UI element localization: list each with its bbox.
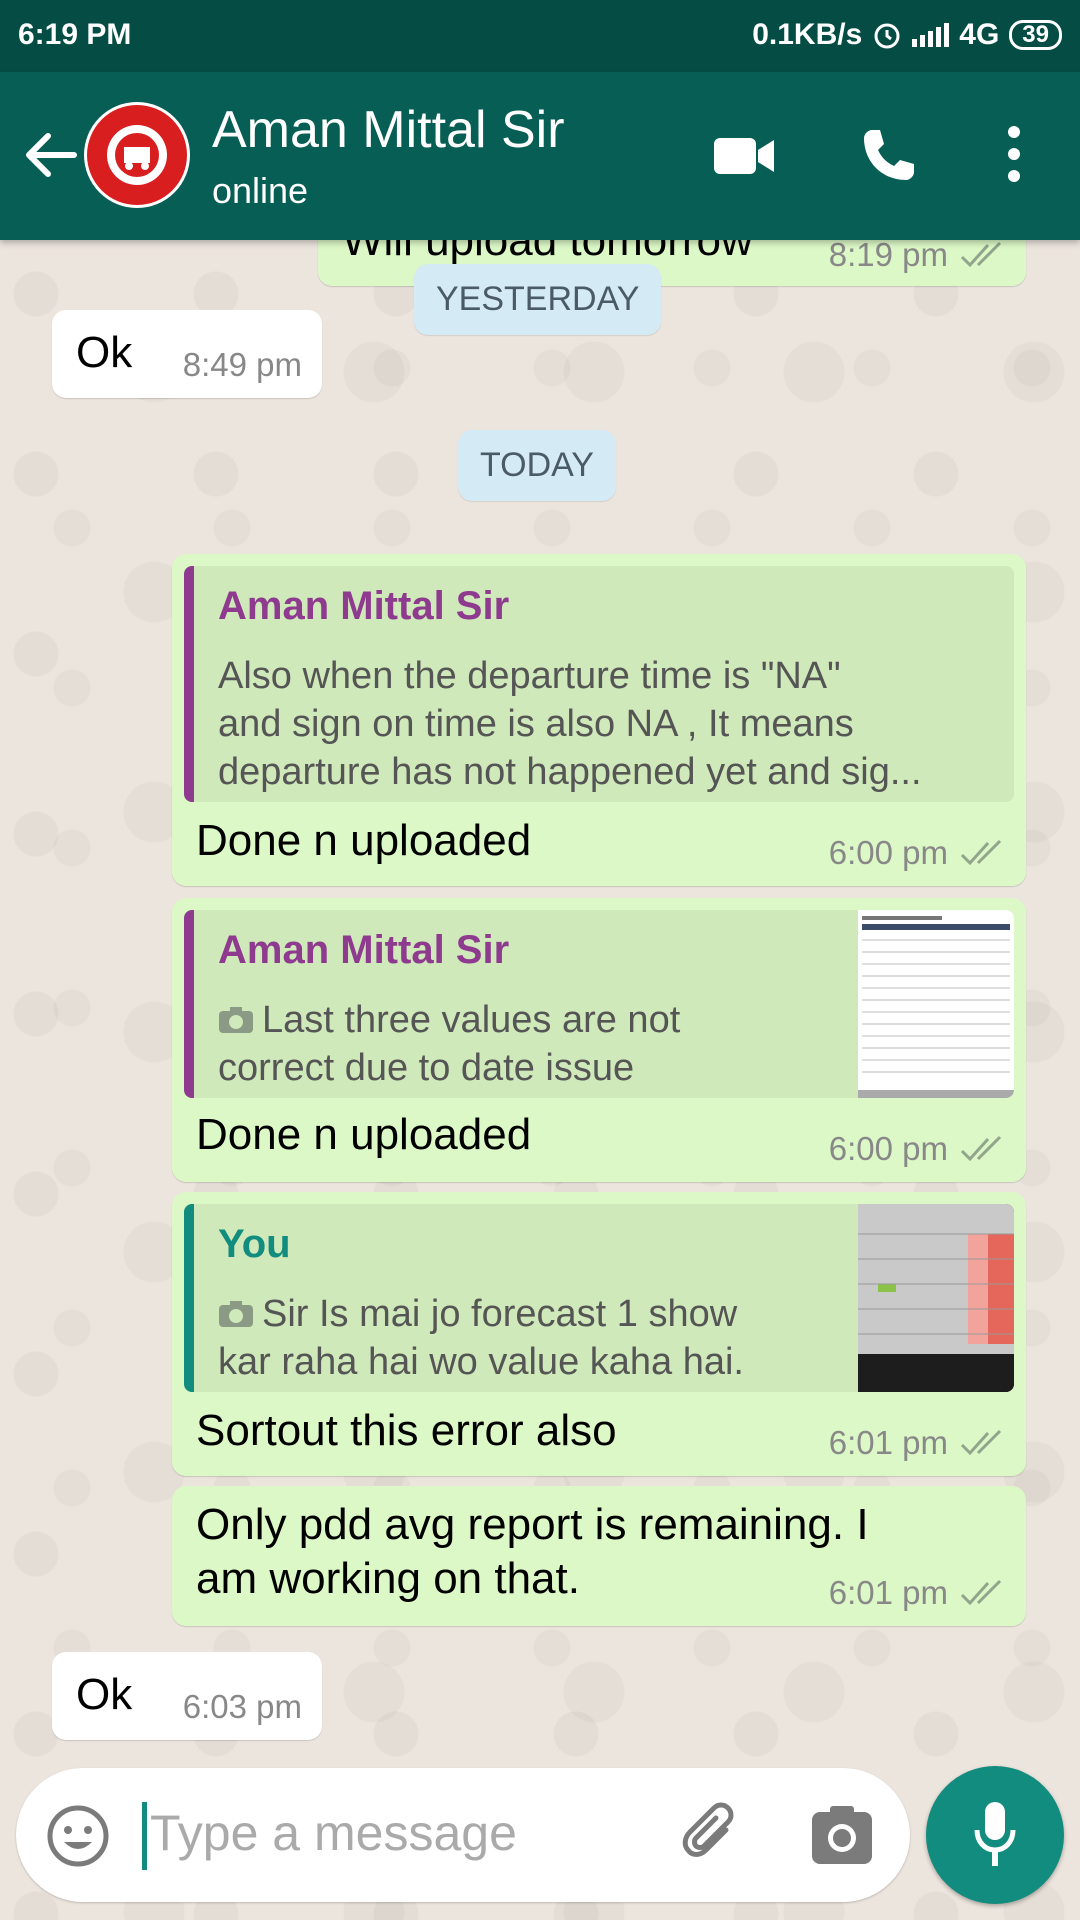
read-ticks-icon bbox=[960, 1579, 1002, 1606]
message-time: 6:03 pm bbox=[182, 1688, 302, 1725]
message-meta: 8:49 pm bbox=[183, 346, 302, 384]
quote-line: Sir Is mai jo forecast 1 show bbox=[218, 1290, 737, 1338]
message-bubble-outgoing[interactable]: Aman Mittal Sir Last three values are no… bbox=[172, 898, 1026, 1182]
quote-thumbnail-table[interactable] bbox=[858, 910, 1014, 1098]
quoted-message[interactable]: Aman Mittal Sir Also when the departure … bbox=[184, 566, 1014, 802]
alarm-icon bbox=[874, 23, 900, 49]
quote-line: Also when the departure time is "NA" bbox=[218, 655, 841, 697]
read-ticks-icon bbox=[960, 241, 1002, 268]
message-time: 8:19 pm bbox=[828, 236, 948, 273]
message-input[interactable]: Type a message bbox=[150, 1804, 517, 1862]
battery-indicator: 39 bbox=[1009, 20, 1062, 50]
message-time: 6:00 pm bbox=[828, 1130, 948, 1167]
message-bubble-incoming[interactable]: Ok 6:03 pm bbox=[52, 1652, 322, 1740]
message-text-line: am working on that. bbox=[196, 1554, 580, 1603]
network-speed: 0.1KB/s bbox=[752, 18, 863, 51]
quote-line: Last three values are not bbox=[218, 996, 680, 1044]
quoted-message[interactable]: You Sir Is mai jo forecast 1 show kar ra… bbox=[184, 1204, 1014, 1392]
message-time: 8:49 pm bbox=[182, 346, 302, 383]
quote-bar bbox=[184, 910, 194, 1098]
date-chip-yesterday: YESTERDAY bbox=[414, 264, 662, 335]
message-text: Ok bbox=[76, 328, 133, 377]
quote-line: correct due to date issue bbox=[218, 1047, 635, 1089]
message-bubble-outgoing[interactable]: You Sir Is mai jo forecast 1 show kar ra… bbox=[172, 1192, 1026, 1476]
message-text-line: Only pdd avg report is remaining. I bbox=[196, 1500, 869, 1549]
text-caret bbox=[142, 1802, 147, 1870]
quote-author: Aman Mittal Sir bbox=[218, 584, 510, 628]
attach-icon[interactable] bbox=[676, 1800, 746, 1870]
message-bubble-outgoing[interactable]: Aman Mittal Sir Also when the departure … bbox=[172, 554, 1026, 886]
chat-header: Aman Mittal Sir online bbox=[0, 72, 1080, 240]
camera-icon[interactable] bbox=[810, 1804, 874, 1866]
signal-icon bbox=[912, 23, 950, 47]
quote-author: Aman Mittal Sir bbox=[218, 928, 510, 972]
message-time: 6:00 pm bbox=[828, 834, 948, 871]
read-ticks-icon bbox=[960, 839, 1002, 866]
message-meta: 6:03 pm bbox=[183, 1688, 302, 1726]
avatar[interactable] bbox=[84, 102, 190, 208]
quote-thumbnail-screen-photo[interactable] bbox=[858, 1204, 1014, 1392]
quote-line-text: Last three values are not bbox=[262, 999, 681, 1041]
quote-bar bbox=[184, 1204, 194, 1392]
more-options-icon[interactable] bbox=[1000, 124, 1028, 184]
message-meta: 8:19 pm bbox=[829, 236, 1006, 274]
message-meta: 6:01 pm bbox=[829, 1424, 1006, 1462]
quoted-message[interactable]: Aman Mittal Sir Last three values are no… bbox=[184, 910, 1014, 1098]
network-type: 4G bbox=[959, 18, 1000, 51]
back-arrow-icon[interactable] bbox=[22, 130, 78, 180]
emoji-icon[interactable] bbox=[46, 1804, 110, 1868]
message-bubble-outgoing[interactable]: Only pdd avg report is remaining. I am w… bbox=[172, 1486, 1026, 1626]
message-bubble-incoming[interactable]: Ok 8:49 pm bbox=[52, 310, 322, 398]
photo-icon bbox=[219, 1301, 253, 1327]
date-chip-today: TODAY bbox=[458, 430, 616, 501]
phone-call-icon[interactable] bbox=[860, 126, 918, 184]
voice-record-button[interactable] bbox=[926, 1766, 1064, 1904]
microphone-icon bbox=[974, 1802, 1016, 1866]
quote-line: and sign on time is also NA , It means bbox=[218, 703, 854, 745]
contact-status: online bbox=[212, 170, 309, 211]
message-text: Done n uploaded bbox=[196, 816, 532, 865]
video-call-icon[interactable] bbox=[712, 134, 776, 178]
message-meta: 6:01 pm bbox=[829, 1574, 1006, 1612]
read-ticks-icon bbox=[960, 1135, 1002, 1162]
message-text: Done n uploaded bbox=[196, 1110, 532, 1159]
status-time: 6:19 PM bbox=[18, 18, 132, 51]
quote-line: kar raha hai wo value kaha hai. bbox=[218, 1341, 744, 1383]
message-time: 6:01 pm bbox=[828, 1574, 948, 1611]
message-meta: 6:00 pm bbox=[829, 1130, 1006, 1168]
read-ticks-icon bbox=[960, 1429, 1002, 1456]
contact-name[interactable]: Aman Mittal Sir bbox=[212, 100, 565, 160]
quote-line-text: Sir Is mai jo forecast 1 show bbox=[262, 1293, 738, 1335]
message-composer[interactable]: Type a message bbox=[16, 1768, 910, 1902]
message-text: Ok bbox=[76, 1670, 133, 1719]
photo-icon bbox=[219, 1007, 253, 1033]
quote-author: You bbox=[218, 1222, 291, 1266]
message-time: 6:01 pm bbox=[828, 1424, 948, 1461]
message-text: Sortout this error also bbox=[196, 1406, 617, 1455]
status-bar: 6:19 PM 0.1KB/s 4G 39 bbox=[0, 0, 1080, 72]
quote-line: departure has not happened yet and sig..… bbox=[218, 751, 922, 793]
indian-railways-logo-icon bbox=[87, 105, 187, 205]
message-meta: 6:00 pm bbox=[829, 834, 1006, 872]
quote-bar bbox=[184, 566, 194, 802]
